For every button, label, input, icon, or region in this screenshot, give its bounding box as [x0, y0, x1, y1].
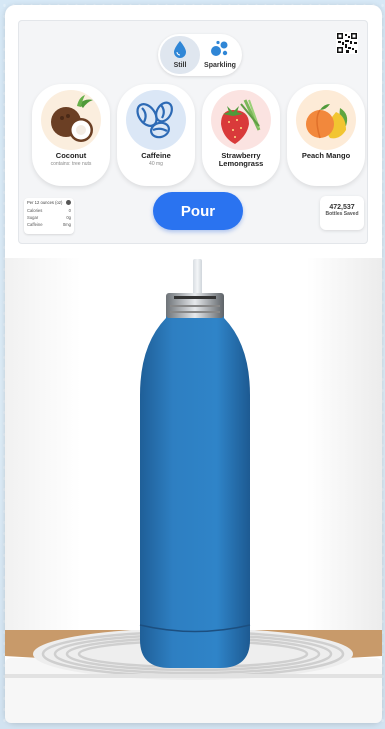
water-bottle: [139, 293, 251, 668]
